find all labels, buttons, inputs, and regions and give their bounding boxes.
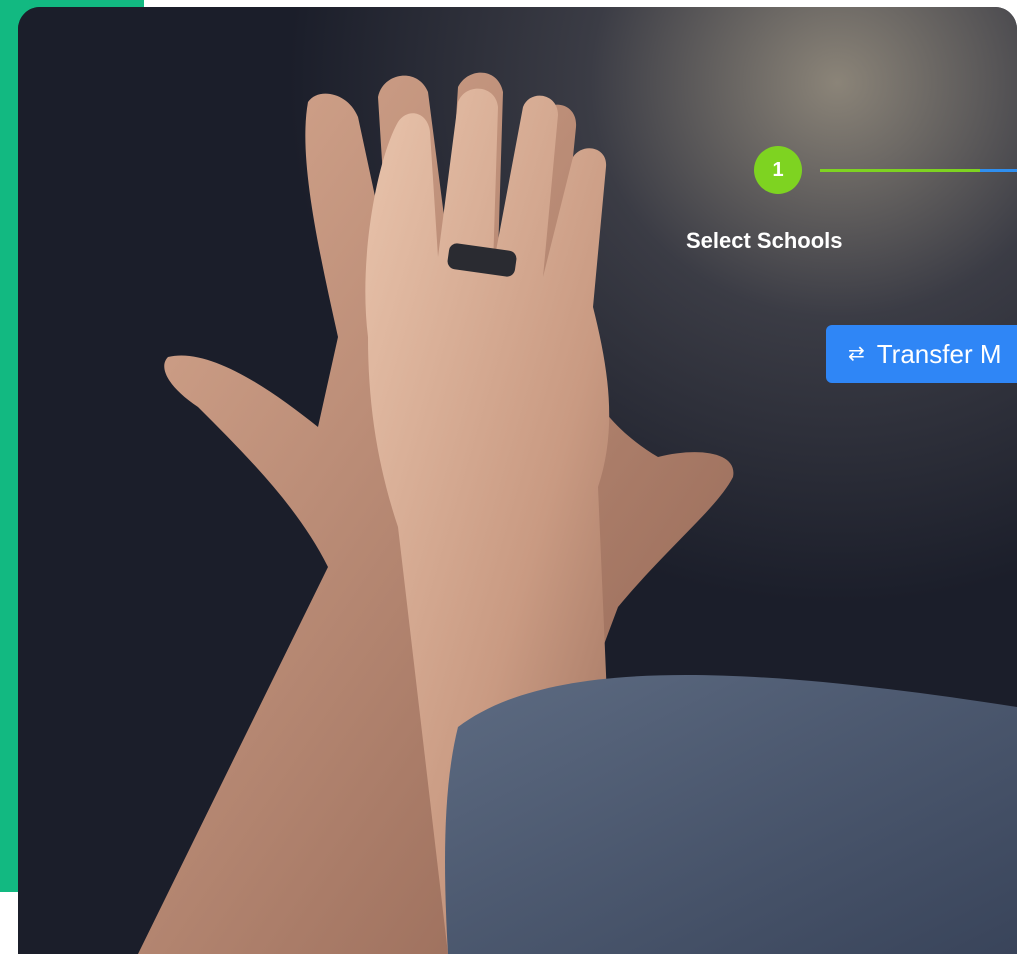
step-1-number: 1: [772, 158, 784, 181]
swap-arrows-icon: ⇄: [848, 343, 865, 365]
step-1-indicator[interactable]: 1: [754, 146, 802, 194]
hero-image: [18, 7, 1017, 954]
transfer-button[interactable]: ⇄ Transfer M: [826, 325, 1017, 383]
step-1-connector: [820, 169, 980, 172]
transfer-button-label: Transfer M: [876, 338, 1002, 369]
hero-card: 1 Select Schools ⇄ Transfer M: [18, 7, 1017, 954]
step-1-label: Select Schools: [686, 228, 843, 253]
step-2-connector: [980, 169, 1017, 172]
